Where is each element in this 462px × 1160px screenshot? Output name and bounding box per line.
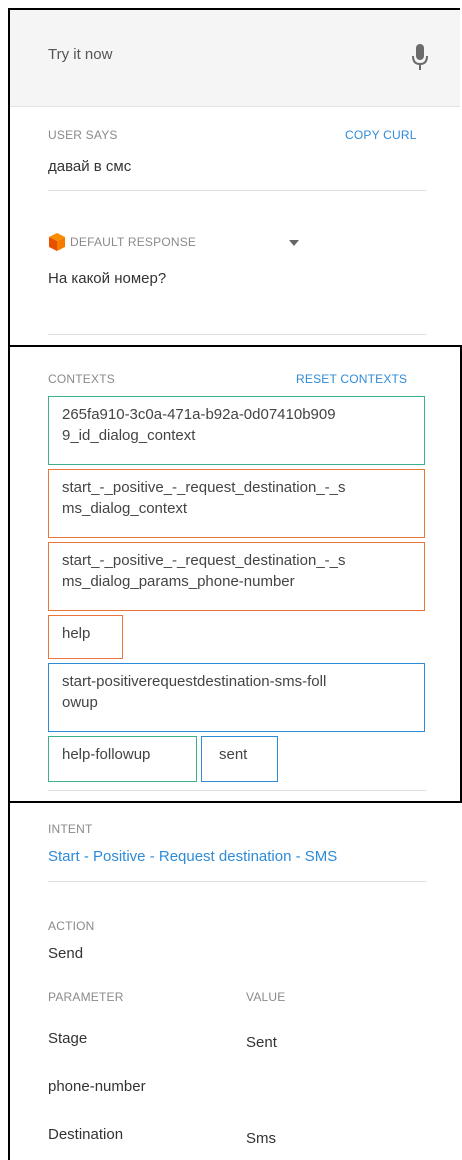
context-chip[interactable]: start_-_positive_-_request_destination_-… <box>48 542 425 611</box>
context-chip[interactable]: 265fa910-3c0a-471a-b92a-0d07410b909 9_id… <box>48 396 425 465</box>
parameter-name: phone-number <box>48 1078 146 1095</box>
parameter-header: PARAMETER <box>48 990 124 1004</box>
microphone-icon[interactable] <box>410 42 430 72</box>
context-chip-label: sent <box>219 746 248 763</box>
parameter-value: Sms <box>246 1130 276 1147</box>
context-chip-label: start-positiverequestdestination-sms-fol… <box>62 673 327 690</box>
context-chip-label: ms_dialog_context <box>62 500 188 517</box>
user-says-label: USER SAYS <box>48 128 118 142</box>
default-response-label: DEFAULT RESPONSE <box>70 235 197 249</box>
chevron-down-icon[interactable] <box>289 240 299 246</box>
context-chip-label: ms_dialog_params_phone-number <box>62 573 295 590</box>
parameter-name: Destination <box>48 1126 124 1143</box>
context-chip[interactable]: help <box>48 615 123 659</box>
try-it-input[interactable]: Try it now <box>10 10 460 107</box>
action-value: Send <box>48 945 84 962</box>
context-chip-label: start_-_positive_-_request_destination_-… <box>62 479 346 496</box>
context-chip[interactable]: start_-_positive_-_request_destination_-… <box>48 469 425 538</box>
default-response-text: На какой номер? <box>48 270 167 287</box>
divider <box>48 790 426 791</box>
context-chip-label: 9_id_dialog_context <box>62 427 196 444</box>
reset-contexts-link[interactable]: RESET CONTEXTS <box>296 372 407 386</box>
value-header: VALUE <box>246 990 286 1004</box>
cube-icon <box>49 233 65 251</box>
try-it-placeholder: Try it now <box>48 46 113 63</box>
context-chip[interactable]: sent <box>201 736 278 782</box>
divider <box>48 190 426 191</box>
context-chip-label: start_-_positive_-_request_destination_-… <box>62 552 346 569</box>
context-chip-label: help <box>62 625 91 642</box>
parameter-value: Sent <box>246 1034 277 1051</box>
intent-link[interactable]: Start - Positive - Request destination -… <box>48 848 337 865</box>
copy-curl-link[interactable]: COPY CURL <box>345 128 417 142</box>
context-chip-label: 265fa910-3c0a-471a-b92a-0d07410b909 <box>62 406 336 423</box>
context-chip[interactable]: start-positiverequestdestination-sms-fol… <box>48 663 425 732</box>
parameter-name: Stage <box>48 1030 88 1047</box>
context-chip-label: owup <box>62 694 98 711</box>
divider <box>48 334 426 335</box>
contexts-label: CONTEXTS <box>48 372 115 386</box>
divider <box>48 881 426 882</box>
action-label: ACTION <box>48 919 95 933</box>
intent-label: INTENT <box>48 822 93 836</box>
context-chip[interactable]: help-followup <box>48 736 197 782</box>
user-says-text: давай в смс <box>48 158 132 175</box>
context-chip-label: help-followup <box>62 746 151 763</box>
